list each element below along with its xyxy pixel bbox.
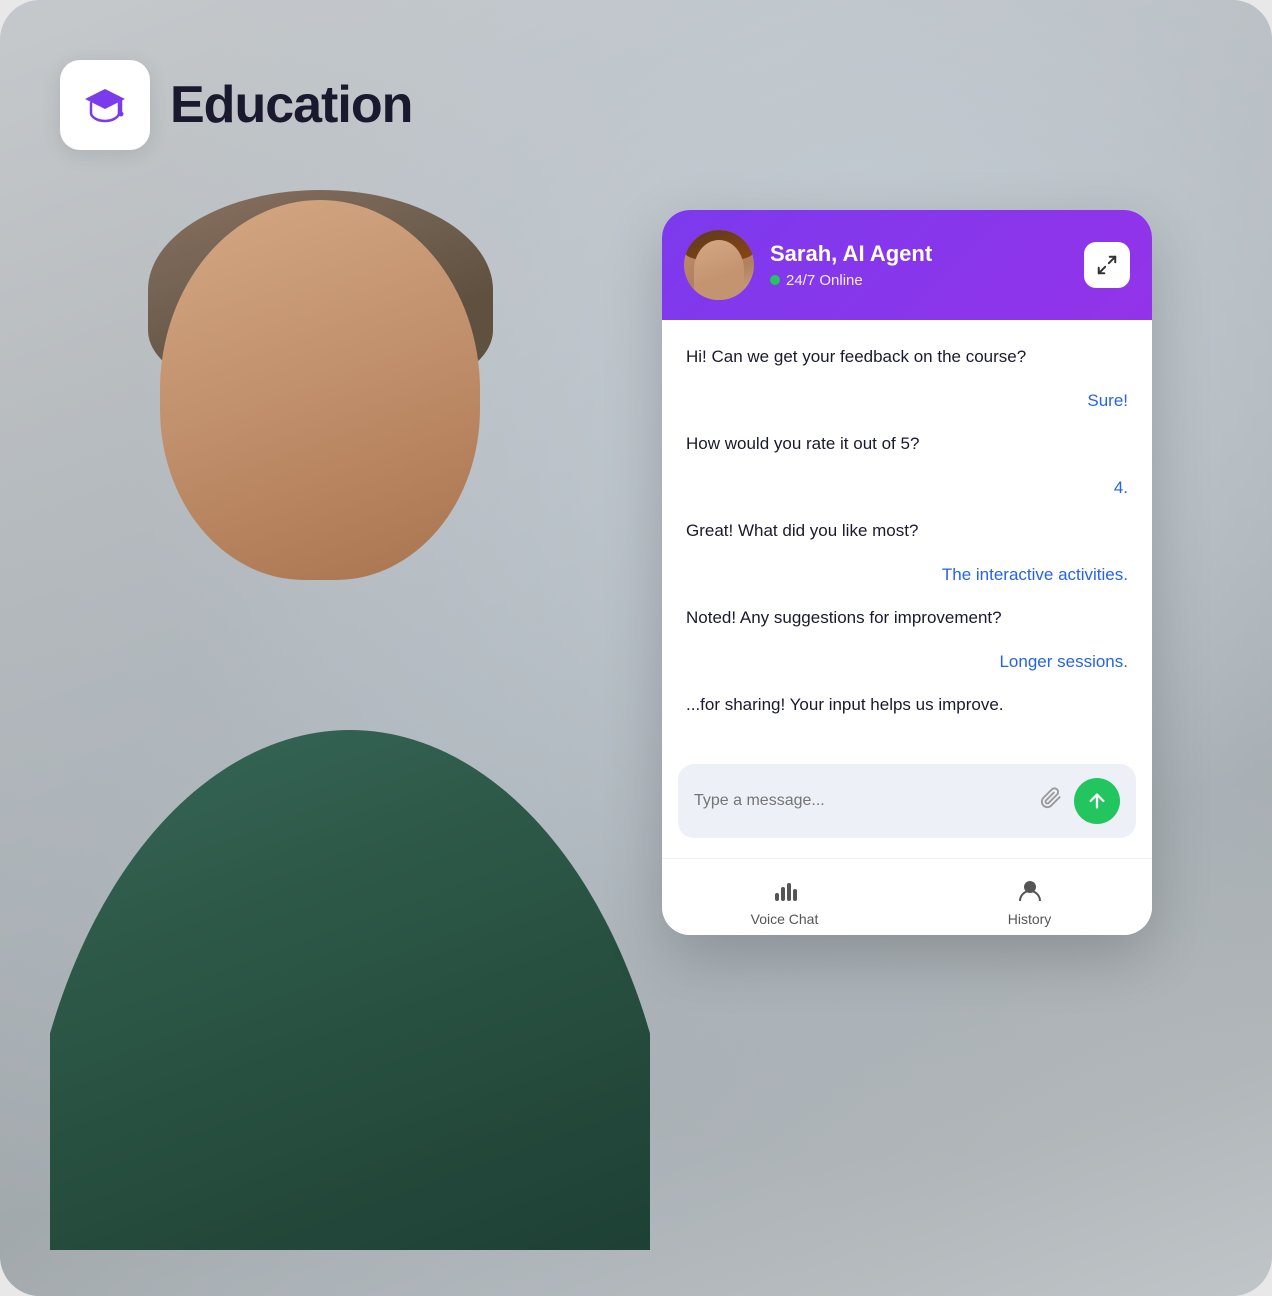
agent-message: ...for sharing! Your input helps us impr… — [686, 692, 1128, 718]
agent-info: Sarah, AI Agent 24/7 Online — [770, 241, 1068, 288]
app-background: Education Sarah, AI Agent 24/7 Online — [0, 0, 1272, 1296]
message-row: Noted! Any suggestions for improvement? — [686, 605, 1128, 631]
voice-chat-label: Voice Chat — [751, 911, 819, 927]
expand-button[interactable] — [1084, 242, 1130, 288]
voice-chat-icon — [770, 875, 800, 905]
agent-message: Noted! Any suggestions for improvement? — [686, 605, 1128, 631]
education-title: Education — [170, 75, 412, 135]
agent-message: Hi! Can we get your feedback on the cour… — [686, 344, 1128, 370]
education-header: Education — [60, 60, 412, 150]
message-row: Longer sessions. — [686, 649, 1128, 675]
user-message: The interactive activities. — [686, 562, 1128, 588]
chat-input[interactable] — [694, 792, 1028, 810]
status-text: 24/7 Online — [786, 272, 863, 289]
avatar-face — [694, 240, 744, 300]
agent-message: How would you rate it out of 5? — [686, 431, 1128, 457]
history-icon — [1015, 875, 1045, 905]
attach-icon[interactable] — [1040, 787, 1062, 815]
agent-avatar — [684, 230, 754, 300]
message-row: Sure! — [686, 388, 1128, 414]
user-message: 4. — [686, 475, 1128, 501]
agent-message: Great! What did you like most? — [686, 518, 1128, 544]
chat-input-row — [678, 764, 1136, 838]
message-row: 4. — [686, 475, 1128, 501]
agent-status-row: 24/7 Online — [770, 272, 1068, 289]
nav-item-voice-chat[interactable]: Voice Chat — [662, 875, 907, 927]
nav-item-history[interactable]: History — [907, 875, 1152, 927]
message-row: How would you rate it out of 5? — [686, 431, 1128, 457]
person-head — [160, 200, 480, 580]
chat-widget: Sarah, AI Agent 24/7 Online Hi! Can we g… — [662, 210, 1152, 935]
online-dot — [770, 275, 780, 285]
message-row: The interactive activities. — [686, 562, 1128, 588]
message-row: ...for sharing! Your input helps us impr… — [686, 692, 1128, 718]
chat-bottom-nav: Voice Chat History — [662, 858, 1152, 935]
expand-icon — [1096, 254, 1118, 276]
agent-name: Sarah, AI Agent — [770, 241, 1068, 267]
education-icon-box — [60, 60, 150, 150]
chat-messages: Hi! Can we get your feedback on the cour… — [662, 320, 1152, 752]
user-message: Longer sessions. — [686, 649, 1128, 675]
send-icon — [1086, 790, 1108, 812]
message-row: Great! What did you like most? — [686, 518, 1128, 544]
chat-header: Sarah, AI Agent 24/7 Online — [662, 210, 1152, 320]
user-message: Sure! — [686, 388, 1128, 414]
chat-input-area — [662, 752, 1152, 858]
send-button[interactable] — [1074, 778, 1120, 824]
history-label: History — [1008, 911, 1052, 927]
message-row: Hi! Can we get your feedback on the cour… — [686, 344, 1128, 370]
graduation-cap-icon — [81, 81, 129, 129]
